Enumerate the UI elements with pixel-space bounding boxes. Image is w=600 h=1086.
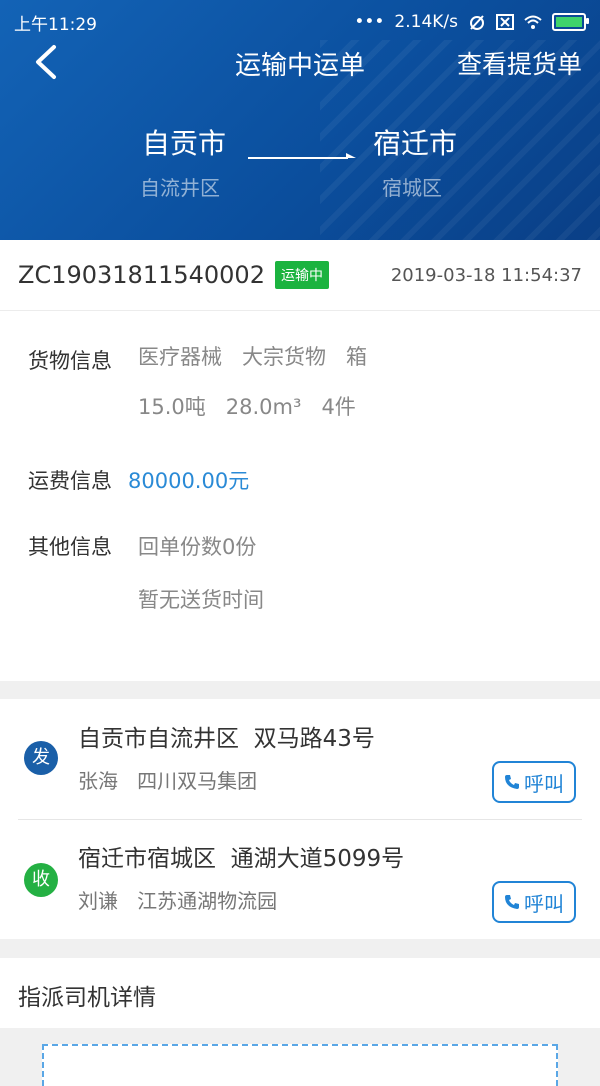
receiver-tag: 收 <box>24 863 58 897</box>
receiver-contact: 刘谦 江苏通湖物流园 <box>78 889 278 913</box>
sender-tag: 发 <box>24 741 58 775</box>
nav-bar: 运输中运单 查看提货单 <box>0 40 600 86</box>
other-label: 其他信息 <box>28 535 112 559</box>
wifi-icon <box>524 15 542 29</box>
freight-value: 80000.00元 <box>128 469 250 493</box>
receiver-address: 宿迁市宿城区 通湖大道5099号 <box>78 846 405 872</box>
route-arrow-icon <box>248 153 356 159</box>
order-time: 2019-03-18 11:54:37 <box>390 264 582 286</box>
view-pickup-order-button[interactable]: 查看提货单 <box>457 45 582 81</box>
cargo-line2: 15.0吨 28.0m³ 4件 <box>138 395 356 419</box>
status-dots: ••• <box>354 12 385 32</box>
destination-city: 宿迁市 <box>373 127 458 160</box>
address-section: 发 自贡市自流井区 双马路43号 张海 四川双马集团 呼叫 收 宿迁市宿城区 通… <box>0 699 600 939</box>
delivery-time: 暂无送货时间 <box>138 588 264 612</box>
status-badge: 运输中 <box>274 261 329 289</box>
sender-contact: 张海 四川双马集团 <box>78 769 258 793</box>
cargo-line1: 医疗器械 大宗货物 箱 <box>138 345 368 369</box>
status-bar: 上午11:29 ••• 2.14K/s <box>14 8 589 36</box>
destination-district: 宿城区 <box>382 176 442 200</box>
sender-address: 自贡市自流井区 双马路43号 <box>78 726 375 752</box>
header: 上午11:29 ••• 2.14K/s 运输中运单 查看提货单 自贡市 自流井区… <box>0 0 600 240</box>
driver-section: 指派司机详情 <box>0 958 600 1028</box>
cargo-label: 货物信息 <box>28 349 112 373</box>
page-title: 运输中运单 <box>234 50 365 81</box>
order-header: ZC19031811540002 运输中 2019-03-18 11:54:37 <box>0 240 600 311</box>
call-sender-button[interactable]: 呼叫 <box>492 761 576 803</box>
order-number: ZC19031811540002 <box>18 261 265 289</box>
call-sender-label: 呼叫 <box>524 771 564 796</box>
driver-title: 指派司机详情 <box>18 985 156 1011</box>
alarm-muted-icon <box>470 15 484 30</box>
section-gap <box>0 681 600 699</box>
status-time: 上午11:29 <box>14 14 97 35</box>
network-speed: 2.14K/s <box>394 12 458 32</box>
close-box-icon <box>496 14 514 30</box>
battery-icon <box>552 13 589 31</box>
address-divider <box>18 819 582 820</box>
driver-card-area <box>0 1028 600 1086</box>
origin-city: 自贡市 <box>142 127 227 160</box>
receipt-count: 回单份数0份 <box>138 535 257 559</box>
phone-icon <box>505 895 519 909</box>
call-receiver-button[interactable]: 呼叫 <box>492 881 576 923</box>
freight-label: 运费信息 <box>28 469 112 493</box>
phone-icon <box>505 775 519 789</box>
call-receiver-label: 呼叫 <box>524 891 564 916</box>
order-info: 货物信息 医疗器械 大宗货物 箱 15.0吨 28.0m³ 4件 运费信息 80… <box>0 311 600 681</box>
add-driver-box[interactable] <box>42 1044 558 1086</box>
origin-district: 自流井区 <box>140 176 220 200</box>
